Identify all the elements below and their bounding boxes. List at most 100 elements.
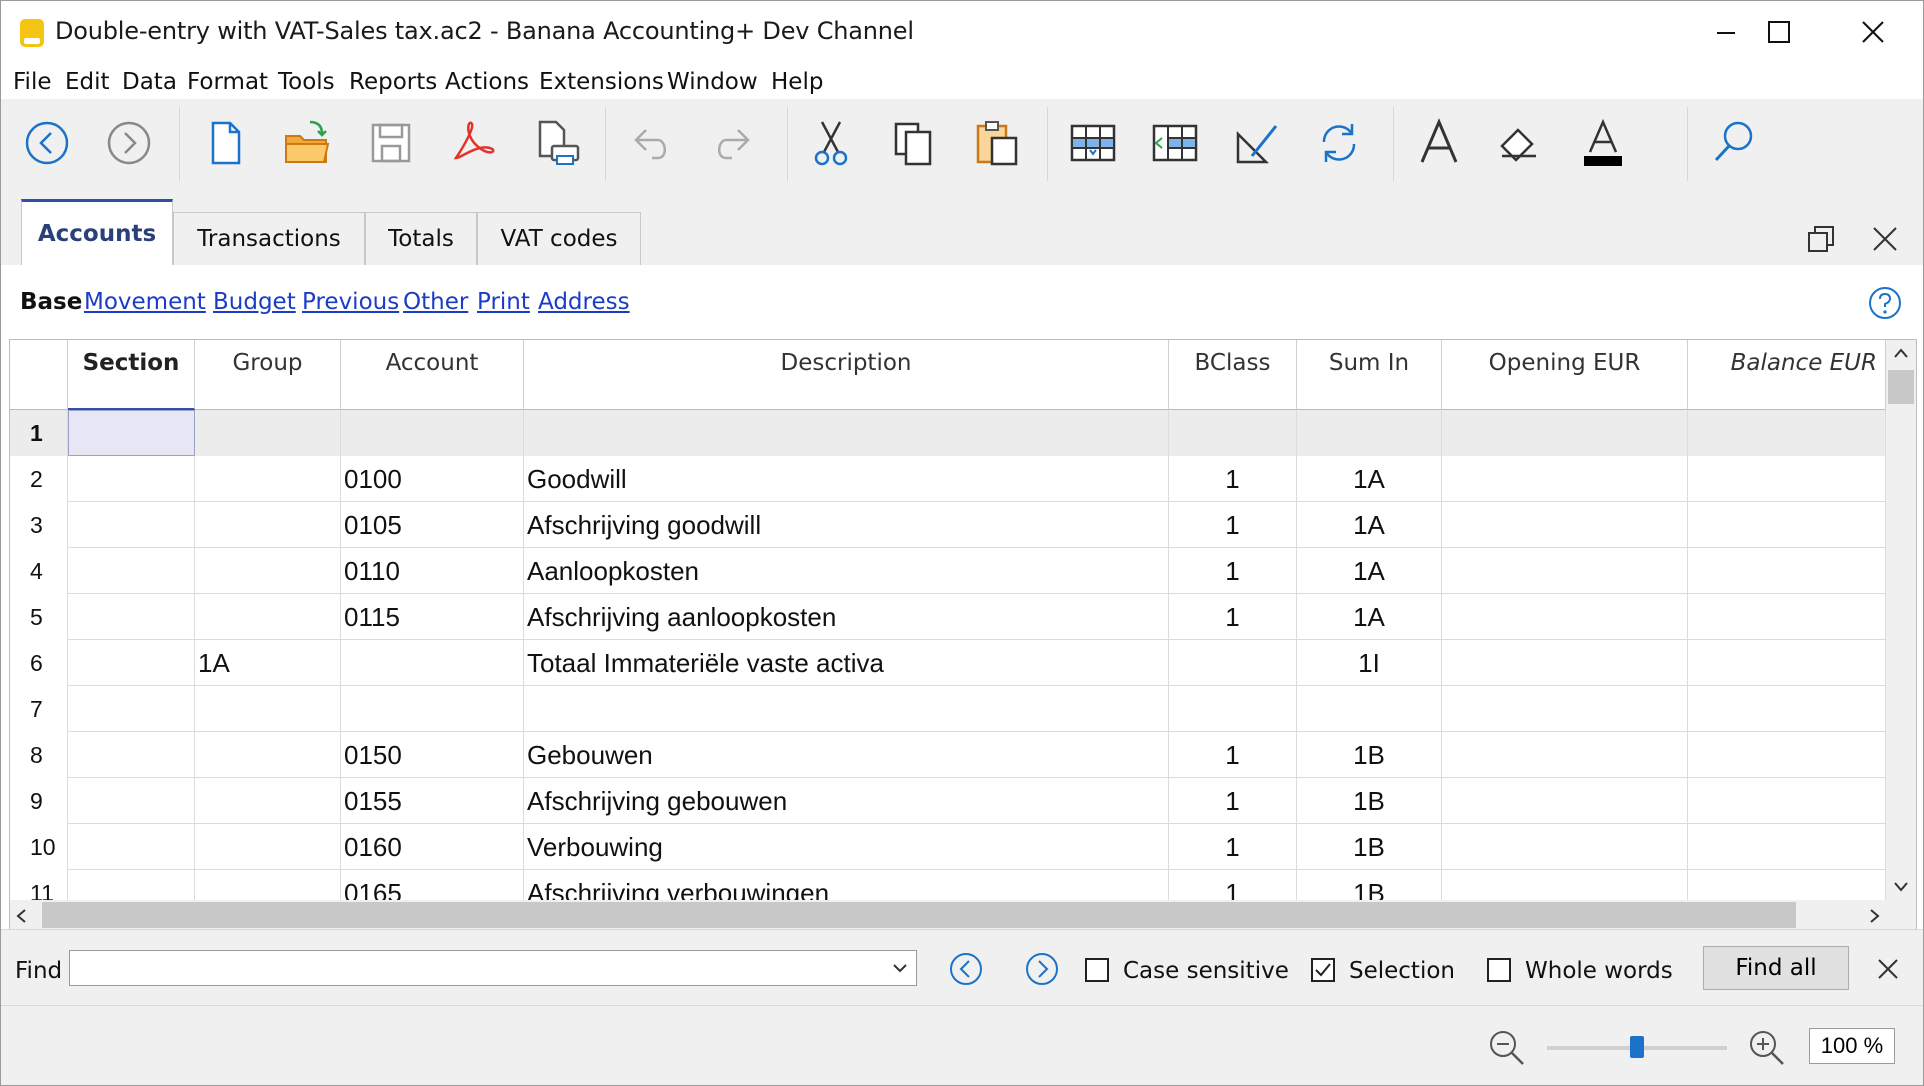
open-folder-icon[interactable] bbox=[277, 113, 337, 173]
new-file-icon[interactable] bbox=[195, 113, 255, 173]
view-movement[interactable]: Movement bbox=[84, 289, 206, 315]
cell-group[interactable] bbox=[195, 594, 341, 640]
cell-bclass[interactable]: 1 bbox=[1169, 502, 1297, 548]
cell-opening-eur[interactable] bbox=[1442, 594, 1688, 640]
cell-sum-in[interactable]: 1I bbox=[1297, 640, 1442, 686]
cell-section[interactable] bbox=[68, 686, 195, 732]
cell-description[interactable]: Afschrijving aanloopkosten bbox=[524, 594, 1169, 640]
cell-opening-eur[interactable] bbox=[1442, 548, 1688, 594]
menu-data[interactable]: Data bbox=[122, 69, 177, 95]
header-opening-eur[interactable]: Opening EUR bbox=[1442, 340, 1688, 410]
cell-account[interactable]: 0105 bbox=[341, 502, 524, 548]
menu-file[interactable]: File bbox=[13, 69, 52, 95]
header-description[interactable]: Description bbox=[524, 340, 1169, 410]
back-icon[interactable] bbox=[17, 113, 77, 173]
cell-section[interactable] bbox=[68, 410, 195, 456]
corner-header[interactable] bbox=[10, 340, 68, 410]
tab-transactions[interactable]: Transactions bbox=[173, 212, 365, 265]
cell-sum-in[interactable]: 1A bbox=[1297, 594, 1442, 640]
cell-balance-eur[interactable] bbox=[1688, 410, 1886, 456]
horizontal-scrollbar[interactable] bbox=[10, 900, 1916, 930]
restore-panel-icon[interactable] bbox=[1805, 223, 1837, 255]
cell-group[interactable] bbox=[195, 824, 341, 870]
cell-bclass[interactable]: 1 bbox=[1169, 778, 1297, 824]
row-number[interactable]: 8 bbox=[10, 732, 68, 778]
menu-reports[interactable]: Reports bbox=[349, 69, 437, 95]
cell-balance-eur[interactable] bbox=[1688, 778, 1886, 824]
cell-bclass[interactable]: 1 bbox=[1169, 824, 1297, 870]
row-number[interactable]: 2 bbox=[10, 456, 68, 502]
row-number[interactable]: 6 bbox=[10, 640, 68, 686]
cell-balance-eur[interactable] bbox=[1688, 732, 1886, 778]
close-find-icon[interactable] bbox=[1875, 956, 1901, 982]
cell-sum-in[interactable] bbox=[1297, 686, 1442, 732]
cell-balance-eur[interactable] bbox=[1688, 594, 1886, 640]
view-budget[interactable]: Budget bbox=[213, 289, 296, 315]
text-color-icon[interactable] bbox=[1573, 113, 1633, 173]
cell-bclass[interactable]: 1 bbox=[1169, 456, 1297, 502]
cell-opening-eur[interactable] bbox=[1442, 640, 1688, 686]
cell-group[interactable] bbox=[195, 686, 341, 732]
close-window-button[interactable] bbox=[1853, 15, 1893, 49]
copy-icon[interactable] bbox=[883, 113, 943, 173]
undo-icon[interactable] bbox=[621, 113, 681, 173]
cell-balance-eur[interactable] bbox=[1688, 548, 1886, 594]
cell-description[interactable]: Afschrijving goodwill bbox=[524, 502, 1169, 548]
zoom-slider[interactable] bbox=[1547, 1036, 1727, 1058]
menu-actions[interactable]: Actions bbox=[445, 69, 529, 95]
menu-tools[interactable]: Tools bbox=[278, 69, 335, 95]
header-group[interactable]: Group bbox=[195, 340, 341, 410]
cell-description[interactable]: Gebouwen bbox=[524, 732, 1169, 778]
move-row-icon[interactable] bbox=[1145, 113, 1205, 173]
cell-account[interactable]: 0110 bbox=[341, 548, 524, 594]
cut-icon[interactable] bbox=[801, 113, 861, 173]
edit-tools-icon[interactable] bbox=[1227, 113, 1287, 173]
header-sum-in[interactable]: Sum In bbox=[1297, 340, 1442, 410]
cell-opening-eur[interactable] bbox=[1442, 732, 1688, 778]
row-number[interactable]: 10 bbox=[10, 824, 68, 870]
cell-sum-in[interactable]: 1B bbox=[1297, 778, 1442, 824]
cell-section[interactable] bbox=[68, 456, 195, 502]
cell-account[interactable]: 0115 bbox=[341, 594, 524, 640]
save-icon[interactable] bbox=[361, 113, 421, 173]
scroll-down-icon[interactable] bbox=[1892, 880, 1910, 894]
zoom-level[interactable]: 100 % bbox=[1809, 1028, 1895, 1064]
pdf-icon[interactable] bbox=[443, 113, 503, 173]
zoom-out-icon[interactable] bbox=[1487, 1028, 1527, 1068]
vertical-scroll-thumb[interactable] bbox=[1888, 370, 1914, 404]
cell-sum-in[interactable]: 1A bbox=[1297, 456, 1442, 502]
view-base[interactable]: Base bbox=[20, 289, 82, 315]
find-input[interactable] bbox=[69, 950, 917, 986]
cell-group[interactable] bbox=[195, 410, 341, 456]
cell-account[interactable]: 0160 bbox=[341, 824, 524, 870]
selection-checkbox[interactable] bbox=[1311, 958, 1335, 982]
cell-opening-eur[interactable] bbox=[1442, 410, 1688, 456]
minimize-button[interactable] bbox=[1707, 15, 1747, 49]
row-number[interactable]: 7 bbox=[10, 686, 68, 732]
cell-group[interactable] bbox=[195, 548, 341, 594]
cell-section[interactable] bbox=[68, 824, 195, 870]
fill-color-icon[interactable] bbox=[1491, 113, 1551, 173]
cell-section[interactable] bbox=[68, 732, 195, 778]
header-account[interactable]: Account bbox=[341, 340, 524, 410]
cell-bclass[interactable]: 1 bbox=[1169, 548, 1297, 594]
row-number[interactable]: 3 bbox=[10, 502, 68, 548]
cell-opening-eur[interactable] bbox=[1442, 778, 1688, 824]
zoom-slider-thumb[interactable] bbox=[1630, 1036, 1644, 1058]
menu-extensions[interactable]: Extensions bbox=[539, 69, 664, 95]
chevron-down-icon[interactable] bbox=[892, 962, 908, 974]
cell-sum-in[interactable]: 1B bbox=[1297, 824, 1442, 870]
find-all-button[interactable]: Find all bbox=[1703, 946, 1849, 990]
cell-bclass[interactable] bbox=[1169, 640, 1297, 686]
cell-balance-eur[interactable] bbox=[1688, 640, 1886, 686]
cell-section[interactable] bbox=[68, 640, 195, 686]
cell-account[interactable] bbox=[341, 640, 524, 686]
view-address[interactable]: Address bbox=[538, 289, 630, 315]
maximize-button[interactable] bbox=[1759, 15, 1799, 49]
whole-words-label[interactable]: Whole words bbox=[1525, 958, 1673, 984]
cell-description[interactable] bbox=[524, 686, 1169, 732]
cell-description[interactable] bbox=[524, 410, 1169, 456]
cell-opening-eur[interactable] bbox=[1442, 502, 1688, 548]
cell-bclass[interactable] bbox=[1169, 410, 1297, 456]
find-next-icon[interactable] bbox=[1025, 952, 1059, 986]
